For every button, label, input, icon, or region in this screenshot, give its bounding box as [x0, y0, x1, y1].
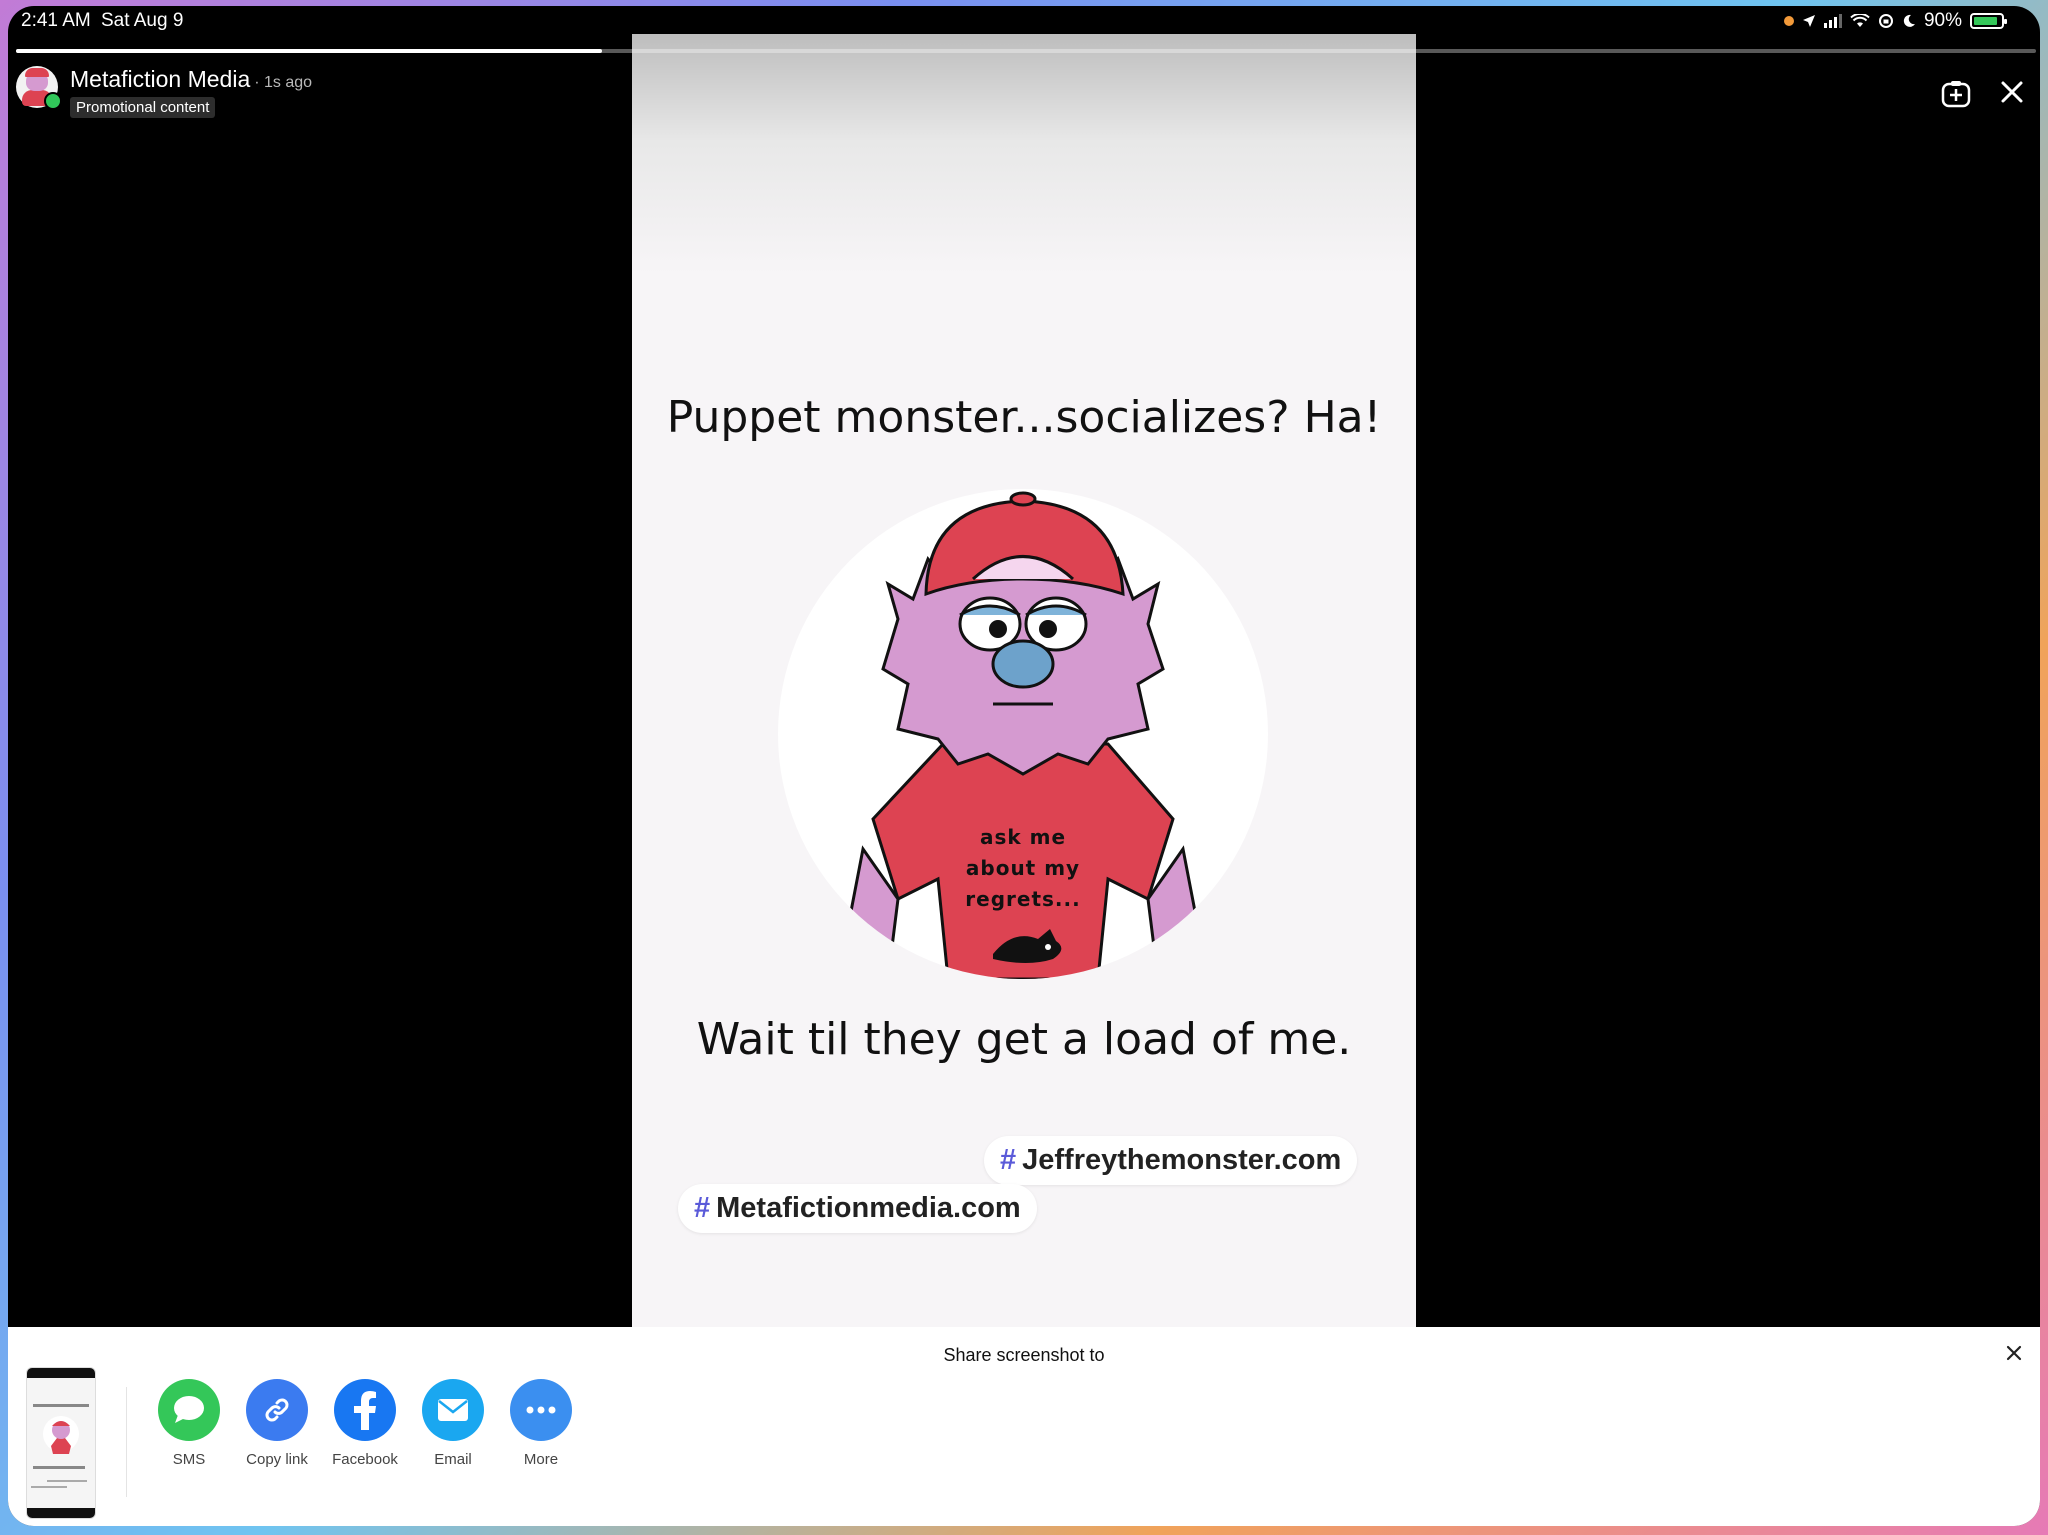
avatar[interactable]	[16, 66, 62, 110]
story-actions	[1940, 78, 2026, 110]
share-more-button[interactable]: More	[510, 1379, 572, 1468]
hashtag-symbol: #	[694, 1192, 711, 1224]
share-target-label: Copy link	[246, 1451, 308, 1468]
story-headline: Puppet monster...socializes? Ha!	[666, 392, 1382, 443]
status-icons: 90%	[1783, 10, 2007, 32]
author-name[interactable]: Metafiction Media	[70, 66, 250, 92]
story-header: Metafiction Media · 1s ago Promotional co…	[16, 66, 312, 118]
promotional-badge: Promotional content	[70, 97, 216, 118]
monster-illustration: ask me about my regrets...	[778, 489, 1268, 979]
more-dots-icon	[510, 1379, 572, 1441]
add-to-story-icon[interactable]	[1940, 78, 1972, 110]
battery-percent: 90%	[1923, 10, 1962, 31]
divider	[126, 1387, 127, 1497]
share-target-label: More	[523, 1451, 559, 1468]
screen-lock-rotation-icon	[1878, 14, 1893, 28]
facebook-icon	[334, 1379, 396, 1441]
share-sms-button[interactable]: SMS	[158, 1379, 220, 1468]
online-status-icon	[44, 92, 62, 110]
shirt-text: ask me about my regrets...	[948, 822, 1098, 915]
moon-icon	[1903, 14, 1915, 27]
link-icon	[246, 1379, 308, 1441]
status-bar: 2:41 AM Sat Aug 9 90%	[8, 6, 2040, 40]
share-target-label: Email	[434, 1451, 472, 1468]
hashtag-sticker[interactable]: # Jeffreythemonster.com	[984, 1136, 1358, 1185]
share-sheet: Share screenshot to SMS Copy link Facebo…	[8, 1327, 2040, 1526]
share-email-button[interactable]: Email	[422, 1379, 484, 1468]
mail-icon	[422, 1379, 484, 1441]
share-target-label: Facebook	[332, 1451, 398, 1468]
hashtag-text: Jeffreythemonster.com	[1022, 1144, 1342, 1176]
story-progress-fill	[16, 49, 602, 53]
cellular-signal-icon	[1823, 14, 1842, 28]
shirt-text-line: regrets...	[965, 887, 1081, 911]
share-targets: SMS Copy link Facebook Email More	[158, 1379, 572, 1468]
thumbnail-preview	[31, 1404, 89, 1488]
share-target-label: SMS	[172, 1451, 206, 1468]
battery-charging-icon	[1970, 13, 2007, 29]
screen: 2:41 AM Sat Aug 9 90% Puppet monster...s…	[8, 6, 2040, 1526]
close-icon[interactable]	[1998, 78, 2026, 106]
recording-dot-icon	[1783, 16, 1794, 26]
hashtag-sticker[interactable]: # Metafictionmedia.com	[678, 1184, 1037, 1233]
post-time: · 1s ago	[254, 74, 313, 91]
screenshot-thumbnail[interactable]	[26, 1367, 96, 1519]
shirt-text-line: ask me	[979, 825, 1067, 849]
hashtag-symbol: #	[1000, 1144, 1017, 1176]
story-progress-bar	[16, 49, 2036, 53]
message-bubble-icon	[158, 1379, 220, 1441]
share-copy-link-button[interactable]: Copy link	[246, 1379, 308, 1468]
status-time: 2:41 AM	[21, 10, 91, 31]
close-icon[interactable]	[2004, 1343, 2024, 1363]
hashtag-text: Metafictionmedia.com	[716, 1192, 1021, 1224]
story-tagline: Wait til they get a load of me.	[696, 1014, 1352, 1065]
status-date: Sat Aug 9	[101, 10, 184, 31]
share-sheet-title: Share screenshot to	[943, 1345, 1105, 1365]
share-facebook-button[interactable]: Facebook	[332, 1379, 398, 1468]
location-arrow-icon	[1802, 15, 1815, 27]
top-gradient	[632, 34, 1416, 274]
wifi-icon	[1850, 14, 1870, 27]
shirt-text-line: about my	[965, 856, 1081, 880]
story-content[interactable]: Puppet monster...socializes? Ha! ask me …	[632, 34, 1416, 1334]
